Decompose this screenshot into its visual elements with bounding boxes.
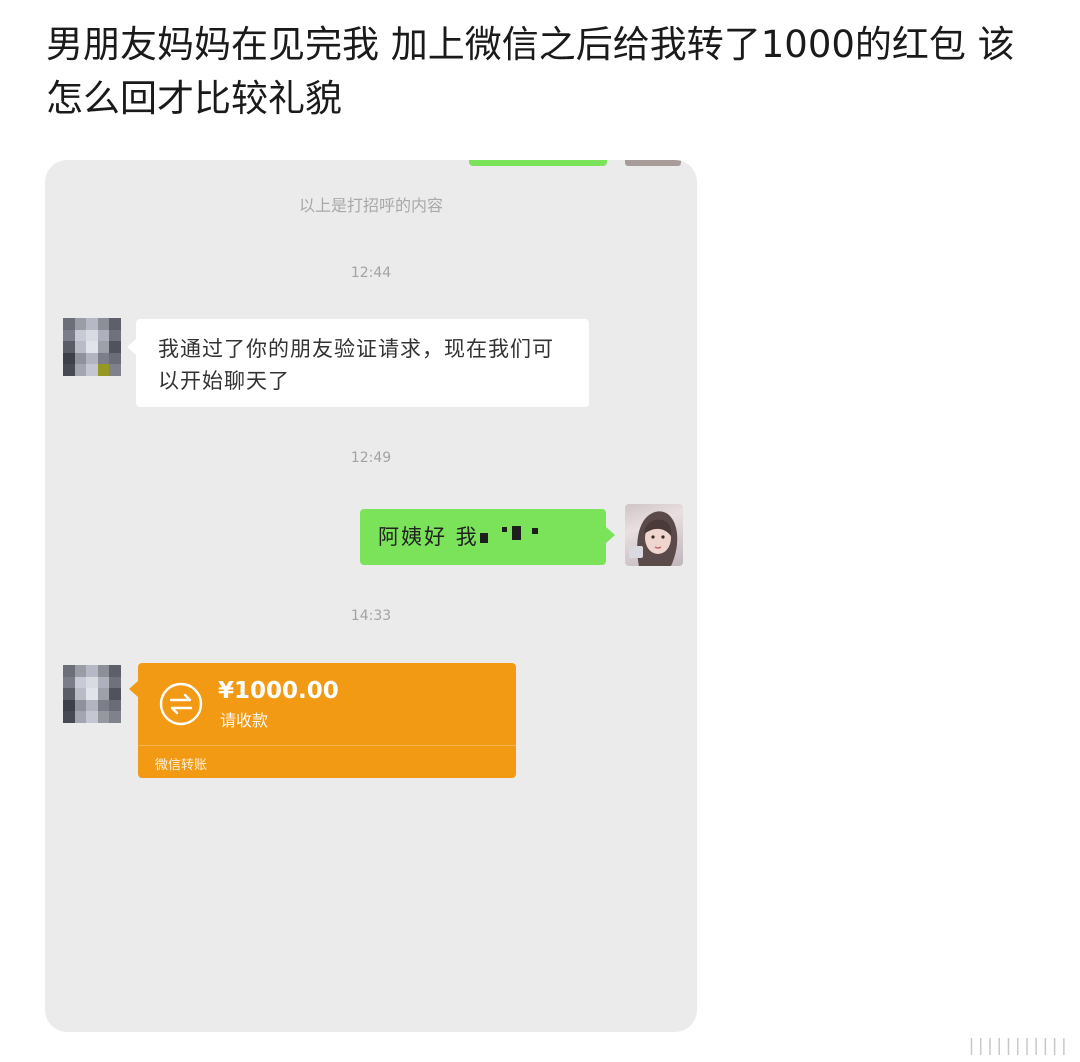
wechat-transfer-card[interactable]: ¥1000.00 请收款 微信转账: [129, 663, 516, 778]
incoming-message-bubble: 我通过了你的朋友验证请求，现在我们可以开始聊天了: [127, 319, 589, 407]
previous-avatar: [625, 160, 681, 166]
redaction-mark: [502, 527, 507, 532]
previous-message-bubble: [469, 160, 607, 166]
timestamp: 12:44: [350, 265, 392, 281]
transfer-arrows-icon: [159, 682, 203, 726]
timestamp: 12:49: [350, 450, 392, 466]
redaction-mark: [480, 533, 488, 543]
system-note: 以上是打招呼的内容: [298, 196, 443, 215]
mother-avatar[interactable]: [63, 318, 121, 376]
transfer-status: 请收款: [220, 711, 269, 730]
redaction-mark: [532, 528, 538, 534]
transfer-label: 微信转账: [155, 758, 208, 773]
redaction-mark: [512, 526, 521, 540]
outgoing-message-text: 阿姨好 我: [378, 525, 479, 549]
outgoing-message-bubble: 阿姨好 我: [360, 509, 615, 565]
portrait-icon: [629, 511, 678, 566]
timestamp: 14:33: [350, 608, 392, 624]
mother-avatar[interactable]: [63, 665, 121, 723]
my-avatar[interactable]: [625, 504, 683, 566]
transfer-divider: [138, 745, 516, 746]
transfer-amount: ¥1000.00: [218, 678, 339, 704]
watermark: |||||||||||: [966, 1036, 1069, 1056]
post-title: 男朋友妈妈在见完我 加上微信之后给我转了1000的红包 该怎么回才比较礼貌: [46, 23, 1015, 120]
chat-screenshot: 以上是打招呼的内容 12:44 我通过了你的朋友验证请求，现在我们可以开始聊天了…: [45, 160, 697, 1032]
